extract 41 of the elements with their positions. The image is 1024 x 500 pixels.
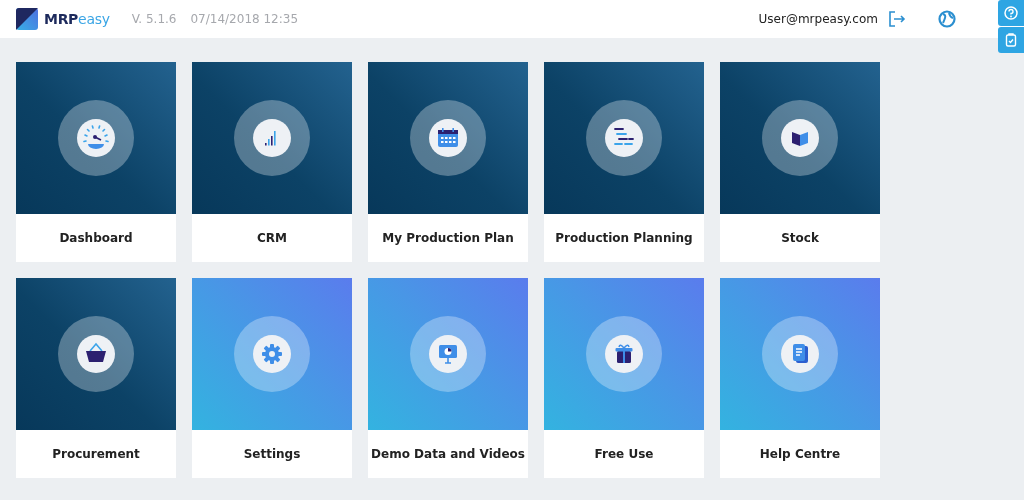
book-icon	[781, 119, 819, 157]
signal-bars-icon	[253, 119, 291, 157]
gift-icon	[605, 335, 643, 373]
gauge-icon	[77, 119, 115, 157]
tile-label: Help Centre	[758, 446, 842, 463]
timeline-icon	[605, 119, 643, 157]
date-time: 07/14/2018 12:35	[190, 12, 299, 26]
version-text: V. 5.1.6	[131, 12, 177, 26]
globe-icon[interactable]	[938, 10, 956, 28]
tile-label: Free Use	[593, 446, 655, 463]
calendar-icon	[429, 119, 467, 157]
tile-label: Procurement	[51, 446, 141, 463]
logo-icon	[16, 8, 38, 30]
clipboard-button[interactable]	[998, 27, 1024, 53]
document-icon	[781, 335, 819, 373]
logo-text: MRPeasy	[44, 11, 110, 27]
presentation-icon	[429, 335, 467, 373]
module-tile[interactable]: Procurement	[16, 278, 176, 478]
tile-label: Dashboard	[58, 230, 134, 247]
tile-label: Demo Data and Videos	[370, 446, 526, 463]
module-tile[interactable]: My Production Plan	[368, 62, 528, 262]
module-tile[interactable]: Stock	[720, 62, 880, 262]
module-tile[interactable]: Settings	[192, 278, 352, 478]
logout-icon[interactable]	[888, 10, 906, 28]
module-tile[interactable]: Production Planning	[544, 62, 704, 262]
module-tile[interactable]: Demo Data and Videos	[368, 278, 528, 478]
help-icon	[1004, 6, 1018, 20]
basket-icon	[77, 335, 115, 373]
help-button[interactable]	[998, 0, 1024, 26]
tile-label: Stock	[780, 230, 820, 247]
module-tile[interactable]: Help Centre	[720, 278, 880, 478]
tile-label: CRM	[256, 230, 288, 247]
module-tile[interactable]: CRM	[192, 62, 352, 262]
tile-label: Production Planning	[554, 230, 694, 247]
clipboard-icon	[1004, 33, 1018, 47]
gear-icon	[253, 335, 291, 373]
module-tile[interactable]: Free Use	[544, 278, 704, 478]
user-email[interactable]: User@mrpeasy.com	[758, 12, 878, 26]
tile-label: Settings	[242, 446, 302, 463]
tile-label: My Production Plan	[381, 230, 515, 247]
module-tile[interactable]: Dashboard	[16, 62, 176, 262]
